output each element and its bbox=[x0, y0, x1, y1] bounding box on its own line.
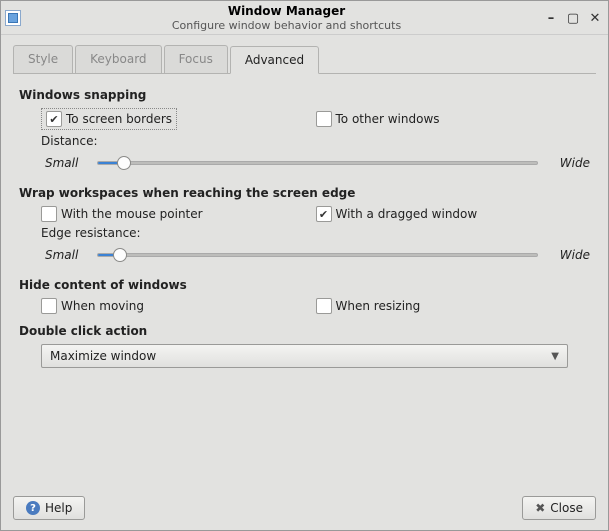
tab-keyboard[interactable]: Keyboard bbox=[75, 45, 161, 73]
close-button-label: Close bbox=[550, 501, 583, 515]
tab-advanced[interactable]: Advanced bbox=[230, 46, 319, 74]
titlebar: Window Manager Configure window behavior… bbox=[1, 1, 608, 35]
tab-bar: Style Keyboard Focus Advanced bbox=[13, 45, 596, 74]
slider-wrap-resistance: Small Wide bbox=[45, 246, 590, 264]
label-resistance: Edge resistance: bbox=[41, 226, 590, 240]
footer: ? Help ✖ Close bbox=[1, 488, 608, 530]
label-distance: Distance: bbox=[41, 134, 590, 148]
tab-focus[interactable]: Focus bbox=[164, 45, 228, 73]
slider-wrap-max: Wide bbox=[550, 248, 590, 262]
label-snap-other[interactable]: To other windows bbox=[336, 112, 440, 126]
slider-wrap-min: Small bbox=[45, 248, 85, 262]
window: Window Manager Configure window behavior… bbox=[0, 0, 609, 531]
minimize-icon[interactable]: – bbox=[544, 11, 558, 25]
slider-snap-min: Small bbox=[45, 156, 85, 170]
help-icon: ? bbox=[26, 501, 40, 515]
content-area: Style Keyboard Focus Advanced Windows sn… bbox=[1, 35, 608, 488]
tab-panel-advanced: Windows snapping To screen borders To ot… bbox=[13, 74, 596, 480]
slider-snap-distance: Small Wide bbox=[45, 154, 590, 172]
slider-snap-track[interactable] bbox=[97, 154, 538, 172]
checkbox-wrap-dragged[interactable] bbox=[316, 206, 332, 222]
title-wrap: Window Manager Configure window behavior… bbox=[29, 4, 544, 32]
app-icon bbox=[5, 10, 21, 26]
close-window-icon[interactable]: ✕ bbox=[588, 11, 602, 25]
label-wrap-dragged[interactable]: With a dragged window bbox=[336, 207, 478, 221]
section-snapping-title: Windows snapping bbox=[19, 88, 590, 102]
checkbox-snap-screen[interactable] bbox=[46, 111, 62, 127]
focus-outline: To screen borders bbox=[41, 108, 177, 130]
label-hide-moving[interactable]: When moving bbox=[61, 299, 144, 313]
checkbox-hide-resizing[interactable] bbox=[316, 298, 332, 314]
checkbox-hide-moving[interactable] bbox=[41, 298, 57, 314]
maximize-icon[interactable]: ▢ bbox=[566, 11, 580, 25]
chevron-down-icon: ▼ bbox=[551, 351, 559, 362]
help-button-label: Help bbox=[45, 501, 72, 515]
checkbox-snap-other[interactable] bbox=[316, 111, 332, 127]
label-hide-resizing[interactable]: When resizing bbox=[336, 299, 421, 313]
slider-wrap-track[interactable] bbox=[97, 246, 538, 264]
help-button[interactable]: ? Help bbox=[13, 496, 85, 520]
slider-wrap-thumb[interactable] bbox=[113, 248, 127, 262]
dropdown-dblclick[interactable]: Maximize window ▼ bbox=[41, 344, 568, 368]
slider-snap-max: Wide bbox=[550, 156, 590, 170]
section-hide-title: Hide content of windows bbox=[19, 278, 590, 292]
window-subtitle: Configure window behavior and shortcuts bbox=[29, 19, 544, 32]
window-controls: – ▢ ✕ bbox=[544, 11, 602, 25]
label-wrap-mouse[interactable]: With the mouse pointer bbox=[61, 207, 203, 221]
section-dblclick-title: Double click action bbox=[19, 324, 590, 338]
section-wrap-title: Wrap workspaces when reaching the screen… bbox=[19, 186, 590, 200]
close-icon: ✖ bbox=[535, 501, 545, 515]
window-title: Window Manager bbox=[29, 4, 544, 18]
slider-snap-thumb[interactable] bbox=[117, 156, 131, 170]
label-snap-screen[interactable]: To screen borders bbox=[66, 112, 172, 126]
tab-style[interactable]: Style bbox=[13, 45, 73, 73]
close-button[interactable]: ✖ Close bbox=[522, 496, 596, 520]
dropdown-dblclick-value: Maximize window bbox=[50, 349, 156, 363]
checkbox-wrap-mouse[interactable] bbox=[41, 206, 57, 222]
